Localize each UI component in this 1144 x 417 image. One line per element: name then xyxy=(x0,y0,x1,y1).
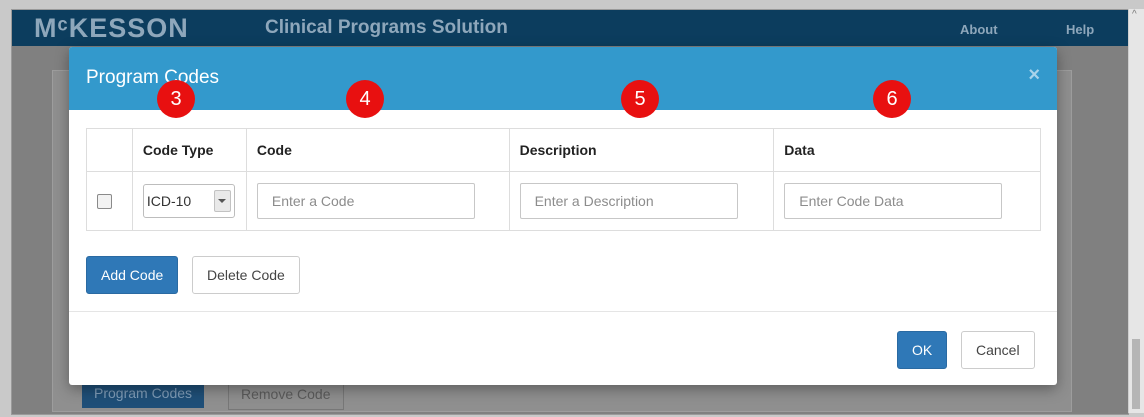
column-header-data: Data xyxy=(773,128,1041,172)
callout-badge: 4 xyxy=(346,80,384,118)
description-cell xyxy=(508,171,775,231)
dialog-title: Program Codes xyxy=(86,67,220,88)
code-cell xyxy=(245,171,510,231)
mckesson-logo: MᶜKESSON xyxy=(34,13,189,43)
program-codes-table: Code Type Code Description Data ICD-10 xyxy=(86,128,1041,231)
scroll-up-icon[interactable]: ^ xyxy=(1132,9,1137,20)
top-navbar: MᶜKESSON Clinical Programs Solution Abou… xyxy=(12,10,1128,46)
program-codes-dialog: Program Codes × 3 4 5 6 Code Type Code D… xyxy=(69,47,1057,385)
callout-badge: 3 xyxy=(157,80,195,118)
scroll-thumb[interactable] xyxy=(1132,339,1140,409)
callout-badge: 5 xyxy=(621,80,659,118)
delete-code-button[interactable]: Delete Code xyxy=(192,256,300,294)
row-select-checkbox[interactable] xyxy=(97,193,112,209)
code-type-cell: ICD-10 xyxy=(131,171,247,231)
ok-button[interactable]: OK xyxy=(897,331,948,369)
dialog-footer: OK Cancel xyxy=(69,311,1057,385)
column-header-select xyxy=(86,128,133,172)
description-input[interactable] xyxy=(519,183,738,219)
select-cell xyxy=(86,171,133,231)
close-icon[interactable]: × xyxy=(1028,64,1040,87)
cancel-button[interactable]: Cancel xyxy=(961,331,1035,369)
code-input[interactable] xyxy=(256,183,475,219)
caret-down-icon xyxy=(217,199,226,203)
page-scrollbar[interactable]: ^ xyxy=(1128,9,1144,413)
column-header-code: Code xyxy=(245,128,510,172)
add-code-button[interactable]: Add Code xyxy=(86,256,179,294)
nav-help-link[interactable]: Help xyxy=(1066,22,1094,37)
code-data-input[interactable] xyxy=(784,183,1003,219)
callout-badge: 6 xyxy=(873,80,911,118)
code-type-select[interactable]: ICD-10 xyxy=(142,184,235,218)
dropdown-caret-button[interactable] xyxy=(213,190,231,212)
data-cell xyxy=(773,171,1041,231)
column-header-description: Description xyxy=(508,128,775,172)
table-row: ICD-10 xyxy=(86,171,1041,231)
column-header-code-type: Code Type xyxy=(131,128,247,172)
code-type-value: ICD-10 xyxy=(146,193,192,209)
table-header-row: Code Type Code Description Data xyxy=(86,128,1041,172)
app-title: Clinical Programs Solution xyxy=(265,17,508,38)
nav-about-link[interactable]: About xyxy=(960,22,998,37)
